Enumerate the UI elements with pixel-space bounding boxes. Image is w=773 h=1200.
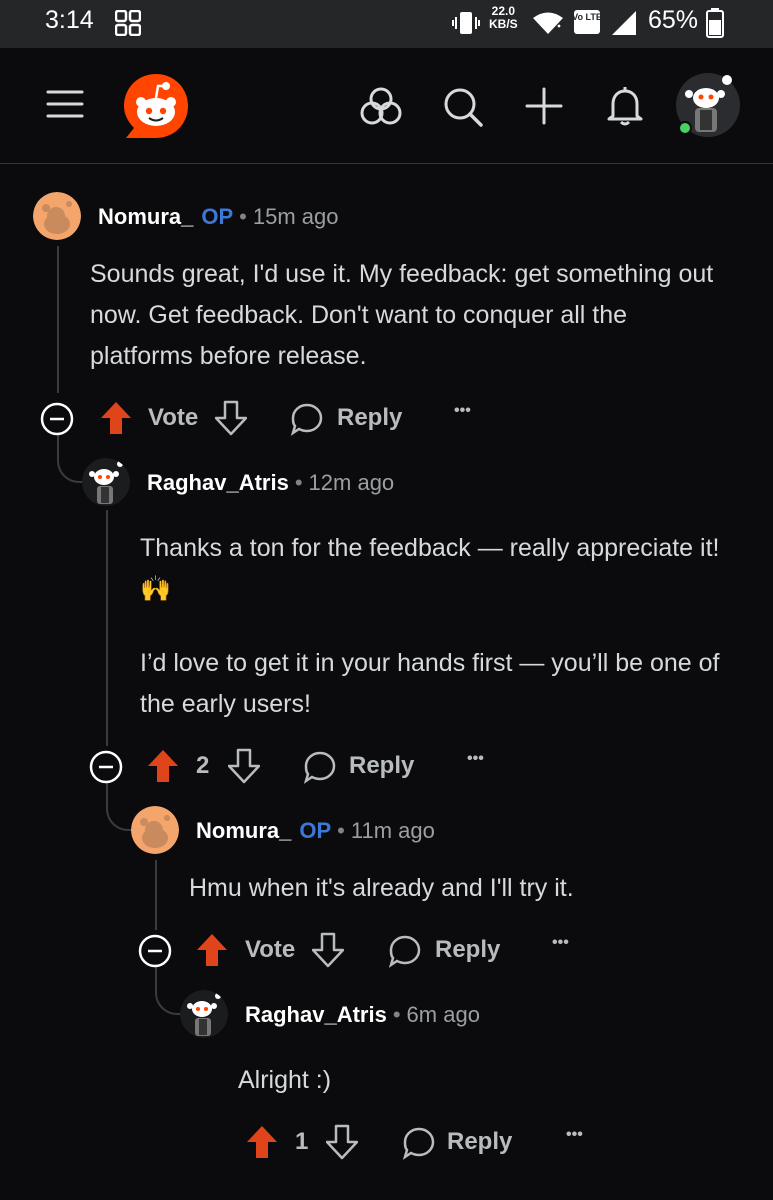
reply-button[interactable]: Reply (435, 936, 500, 964)
collapse-icon[interactable] (40, 402, 74, 436)
upvote-icon[interactable] (100, 400, 132, 436)
vote-label: Vote (245, 936, 296, 963)
communities-icon[interactable] (360, 86, 402, 126)
comment-header: Raghav_Atris • 6m ago (245, 1002, 480, 1027)
comment-header: Raghav_Atris • 12m ago (147, 470, 395, 495)
upvote-icon[interactable] (147, 748, 179, 784)
vote-count: 1 (295, 1128, 309, 1155)
vote-count: 2 (196, 752, 210, 779)
comment-body: Thanks a ton for the feedback — really a… (140, 528, 740, 725)
vote-label: Vote (148, 404, 199, 431)
downvote-icon[interactable] (228, 748, 260, 784)
reddit-logo[interactable] (122, 72, 190, 140)
comment-username[interactable]: Raghav_Atris (245, 1002, 387, 1027)
volte-vo: Vo LTE (573, 12, 601, 22)
comment-body: Hmu when it's already and I'll try it. (189, 868, 749, 909)
op-badge: OP (299, 818, 332, 843)
comment-avatar[interactable] (33, 192, 81, 240)
comment-paragraph: I’d love to get it in your hands first —… (140, 649, 720, 718)
comment-header: Nomura_ OP • 11m ago (196, 818, 435, 843)
status-time: 3:14 (45, 6, 94, 34)
more-options-button[interactable]: ••• (566, 1126, 583, 1144)
bell-icon[interactable] (605, 84, 645, 128)
comment-paragraph: Alright :) (238, 1066, 332, 1094)
comment-actions: 1 Reply ••• (246, 1122, 646, 1162)
downvote-icon[interactable] (312, 932, 344, 968)
comment-username[interactable]: Nomura_ (98, 204, 193, 229)
comment-paragraph: Hmu when it's already and I'll try it. (189, 874, 574, 902)
comment-avatar[interactable] (82, 458, 130, 506)
comment-body: Sounds great, I'd use it. My feedback: g… (90, 254, 730, 377)
reply-icon[interactable] (388, 934, 422, 968)
reply-button[interactable]: Reply (447, 1128, 512, 1156)
user-avatar[interactable] (675, 72, 741, 138)
comment-time: 6m ago (406, 1002, 480, 1027)
app-bar (0, 48, 773, 164)
battery-icon (706, 8, 724, 38)
collapse-icon[interactable] (89, 750, 123, 784)
downvote-icon[interactable] (326, 1124, 358, 1160)
app-grid-icon (115, 10, 141, 36)
status-bar: 3:14 22.0 KB/S Vo LTE 65% (0, 0, 773, 48)
comment-paragraph: Thanks a ton for the feedback — really a… (140, 534, 720, 603)
thread-line-2 (106, 510, 108, 746)
more-options-button[interactable]: ••• (454, 402, 471, 420)
comment-username[interactable]: Raghav_Atris (147, 470, 289, 495)
battery-percent: 65% (648, 6, 699, 34)
comment-time: 11m ago (350, 818, 435, 843)
comment-actions: 2 Reply ••• (89, 746, 549, 786)
reply-button[interactable]: Reply (349, 752, 414, 780)
comment-actions: Vote Reply ••• (40, 398, 500, 438)
reply-icon[interactable] (303, 750, 337, 784)
reply-button[interactable]: Reply (337, 404, 402, 432)
thread-elbow-3 (155, 967, 181, 1015)
menu-icon[interactable] (46, 88, 84, 120)
comment-username[interactable]: Nomura_ (196, 818, 291, 843)
more-options-button[interactable]: ••• (467, 750, 484, 768)
thread-elbow-2 (106, 783, 132, 831)
comment-body: Alright :) (238, 1060, 738, 1101)
net-speed: 22.0 KB/S (489, 5, 518, 31)
thread-line-1 (57, 246, 59, 393)
signal-icon (612, 11, 636, 35)
comment-actions: Vote Reply ••• (138, 930, 598, 970)
more-options-button[interactable]: ••• (552, 934, 569, 952)
vibrate-icon (452, 12, 480, 34)
search-icon[interactable] (442, 86, 484, 128)
plus-icon[interactable] (524, 86, 564, 126)
comment-time: 15m ago (252, 204, 339, 229)
net-speed-unit: KB/S (489, 17, 518, 31)
reply-icon[interactable] (290, 402, 324, 436)
thread-elbow-1 (57, 435, 83, 483)
op-badge: OP (201, 204, 234, 229)
upvote-icon[interactable] (196, 932, 228, 968)
volte-icon: Vo LTE (573, 10, 601, 34)
thread-line-3 (155, 860, 157, 930)
reply-icon[interactable] (402, 1126, 436, 1160)
downvote-icon[interactable] (215, 400, 247, 436)
comment-header: Nomura_ OP • 15m ago (98, 204, 339, 229)
comment-avatar[interactable] (180, 990, 228, 1038)
comment-paragraph: Sounds great, I'd use it. My feedback: g… (90, 260, 714, 370)
comment-time: 12m ago (308, 470, 395, 495)
upvote-icon[interactable] (246, 1124, 278, 1160)
comment-avatar[interactable] (131, 806, 179, 854)
collapse-icon[interactable] (138, 934, 172, 968)
wifi-icon (533, 12, 563, 34)
